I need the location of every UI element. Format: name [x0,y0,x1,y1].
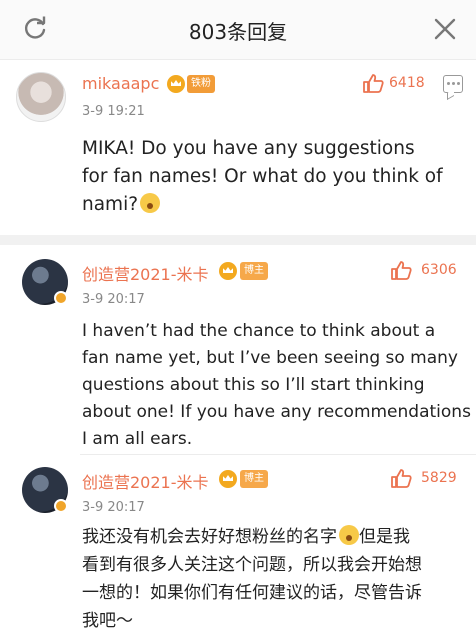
verified-badge-icon [54,499,68,513]
verified-badge-icon [54,291,68,305]
surprised-emoji-icon [140,193,161,213]
reply-text: I haven’t had the chance to think about … [82,321,471,449]
thumbs-up-icon[interactable] [390,260,412,280]
reply-text: 我还没有机会去好好想粉丝的名字 但是我 看到有很多人关注这个问题，所以我会开始想 … [82,525,422,631]
like-count: 6418 [389,75,425,91]
username[interactable]: 创造营2021-米卡 [82,469,209,493]
host-badge: 博主 [240,262,268,280]
timestamp: 3-9 19:21 [82,104,145,119]
crown-icon [219,470,237,488]
close-icon[interactable] [432,16,458,42]
thumbs-up-icon[interactable] [390,468,412,488]
fan-badge: 铁粉 [187,75,215,93]
reply-item: 创造营2021-米卡 博主 3-9 20:17 6306 I haven’t h… [0,245,476,455]
avatar[interactable] [16,72,66,122]
page-title: 803条回复 [188,20,288,44]
username[interactable]: 创造营2021-米卡 [82,261,209,285]
username[interactable]: mikaaapc [82,74,159,93]
thumbs-up-icon[interactable] [362,73,384,93]
reply-item: 创造营2021-米卡 博主 3-9 20:17 5829 我还没有机会去好好想粉… [0,455,476,640]
like-count: 6306 [421,262,457,278]
laughing-emoji-icon [339,525,359,545]
timestamp: 3-9 20:17 [82,292,145,307]
crown-icon [219,262,237,280]
top-bar: 803条回复 [0,0,476,60]
original-comment: mikaaapc 铁粉 3-9 19:21 6418 MIKA! Do you … [0,60,476,235]
comment-text: MIKA! Do you have any suggestions for fa… [82,138,443,215]
host-badge: 博主 [240,470,268,488]
section-divider [0,235,476,245]
message-icon[interactable] [443,75,463,93]
like-count: 5829 [421,470,457,486]
crown-icon [167,75,185,93]
timestamp: 3-9 20:17 [82,500,145,515]
